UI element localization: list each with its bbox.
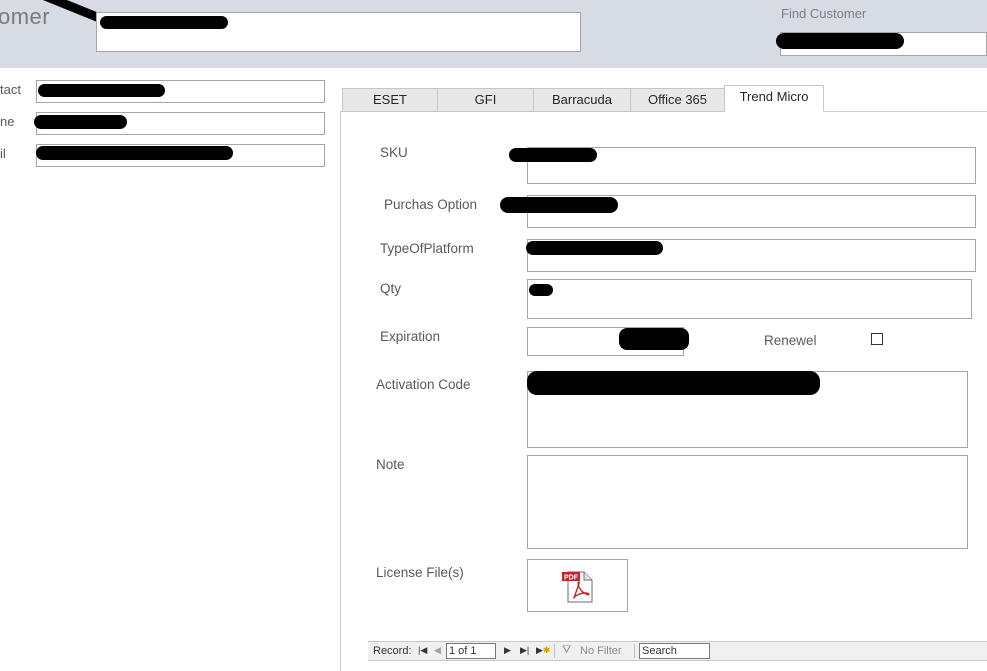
separator [554, 644, 555, 658]
email-label: il [0, 146, 6, 161]
license-files-attachment[interactable]: PDF [527, 559, 628, 612]
tab-trend-micro[interactable]: Trend Micro [724, 85, 824, 112]
tab-barracuda[interactable]: Barracuda [533, 88, 631, 112]
license-files-label: License File(s) [376, 565, 464, 580]
last-record-button[interactable]: ▶| [520, 645, 529, 656]
tab-eset[interactable]: ESET [342, 88, 438, 112]
tab-office-365[interactable]: Office 365 [630, 88, 725, 112]
redaction-mark [36, 146, 233, 160]
phone-label: ne [0, 114, 15, 129]
filter-status-button[interactable]: No Filter [580, 645, 622, 657]
activation-code-label: Activation Code [376, 377, 471, 392]
platform-label: TypeOfPlatform [380, 241, 474, 256]
redaction-mark [34, 115, 127, 129]
filter-icon[interactable]: ⛛ [562, 644, 571, 657]
record-navigation-bar: Record: |◀ ◀ 1 of 1 ▶ ▶| ▶✱ ⛛ No Filter … [368, 641, 987, 661]
redaction-mark [527, 371, 820, 395]
tab-gfi[interactable]: GFI [437, 88, 534, 112]
redaction-mark [509, 148, 597, 162]
separator [634, 644, 635, 658]
redaction-mark [776, 33, 904, 49]
new-record-button[interactable]: ▶✱ [536, 645, 550, 656]
redaction-mark [526, 241, 663, 255]
search-field[interactable]: Search [639, 643, 710, 659]
pdf-file-icon[interactable]: PDF [560, 570, 596, 604]
renewel-label: Renewel [764, 333, 817, 348]
qty-field[interactable] [527, 279, 972, 319]
redaction-mark [529, 284, 553, 296]
purchase-option-label: Purchas Option [384, 197, 478, 212]
renewel-checkbox[interactable] [871, 333, 883, 345]
next-record-button[interactable]: ▶ [504, 645, 511, 656]
record-label: Record: [373, 645, 412, 657]
find-customer-label: Find Customer [781, 6, 867, 21]
note-label: Note [376, 457, 405, 472]
expiration-label: Expiration [380, 329, 441, 344]
svg-text:PDF: PDF [564, 575, 579, 582]
qty-label: Qty [380, 281, 402, 296]
first-record-button[interactable]: |◀ [418, 645, 427, 656]
record-position-field[interactable]: 1 of 1 [446, 643, 496, 659]
redaction-mark [500, 197, 618, 213]
redaction-mark [38, 84, 165, 97]
note-field[interactable] [527, 455, 968, 549]
previous-record-button[interactable]: ◀ [434, 645, 441, 656]
redaction-mark [619, 328, 689, 350]
redaction-mark [100, 16, 228, 29]
sku-label: SKU [380, 145, 408, 160]
form-title: omer [0, 4, 51, 29]
contact-label: tact [0, 82, 21, 97]
